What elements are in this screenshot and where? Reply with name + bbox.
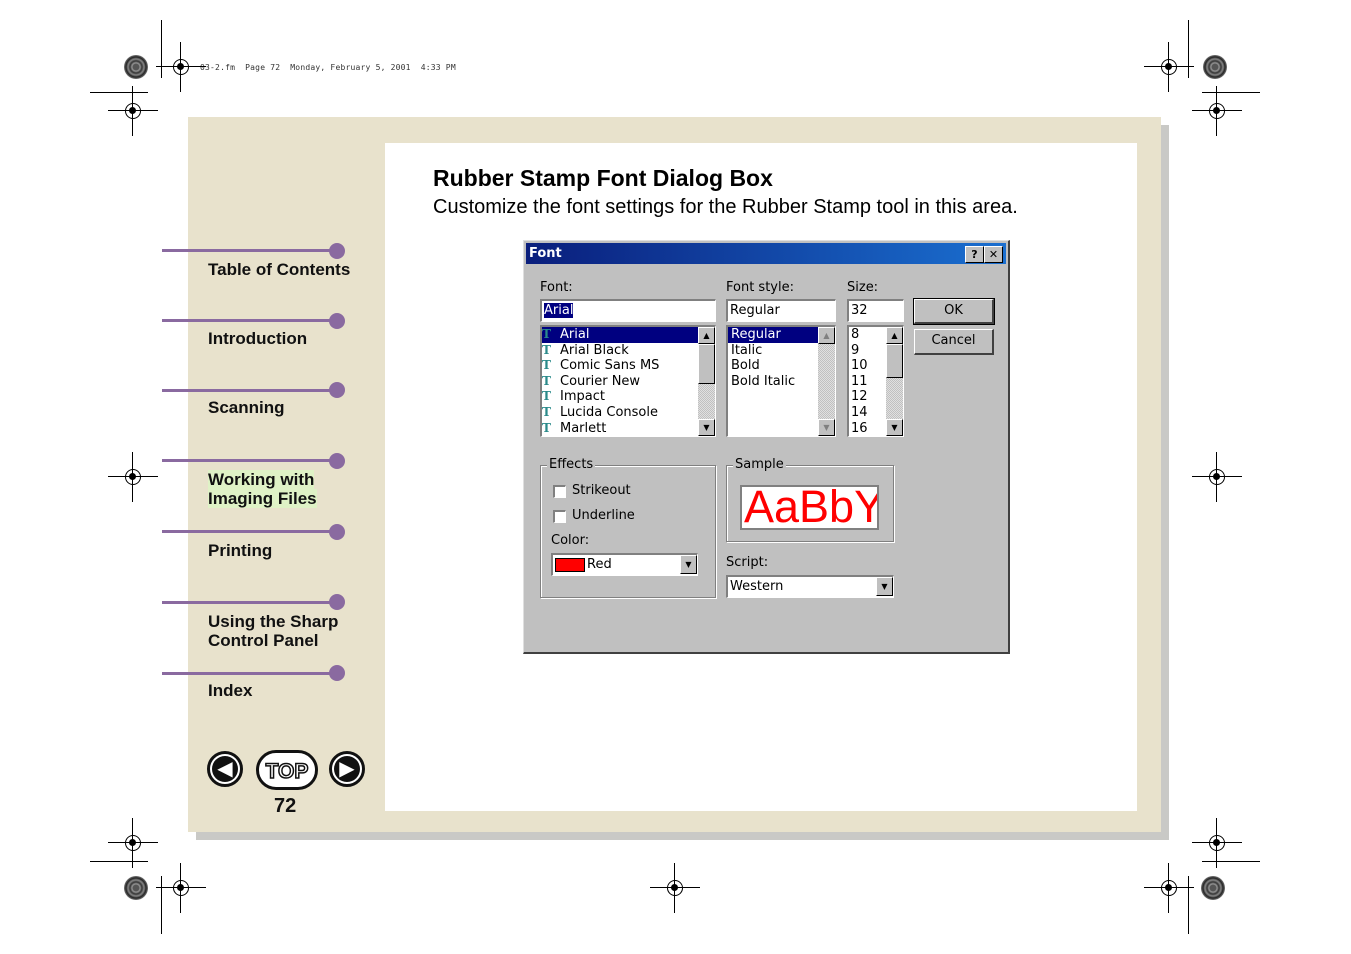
strikeout-label: Strikeout [572, 483, 631, 498]
list-item[interactable]: T Marlett [542, 420, 715, 436]
truetype-icon: T [542, 404, 551, 419]
sidebar-item-label: Index [208, 681, 253, 700]
size-label: Size: [847, 280, 879, 295]
font-name-value: Arial [544, 303, 574, 318]
font-dialog: Font ? ✕ Font: Arial T Arial T Arial Black… [523, 240, 1010, 654]
color-swatch [555, 557, 585, 572]
truetype-icon: T [542, 358, 551, 373]
list-item[interactable]: T Comic Sans MS [542, 358, 715, 374]
scroll-up-icon[interactable]: ▲ [698, 327, 715, 344]
font-style-label: Font style: [726, 280, 794, 295]
list-item[interactable]: T Courier New [542, 374, 715, 390]
truetype-icon: T [542, 389, 551, 404]
underline-label: Underline [572, 508, 635, 523]
chevron-down-icon[interactable]: ▼ [876, 577, 893, 596]
cancel-button[interactable]: Cancel [914, 329, 994, 355]
next-arrow-icon: ▶ [334, 756, 360, 782]
sidebar-item-label: Introduction [208, 329, 308, 348]
truetype-icon: T [542, 420, 551, 435]
underline-checkbox[interactable] [553, 510, 566, 523]
list-item[interactable]: T Impact [542, 389, 715, 405]
registration-mark-icon [108, 818, 158, 868]
registration-mark-icon [1144, 863, 1194, 913]
top-label: TOP [265, 759, 309, 784]
scroll-thumb[interactable] [698, 344, 715, 384]
list-item[interactable]: T Arial Black [542, 343, 715, 359]
page-number: 72 [274, 795, 297, 817]
registration-mark-icon [650, 863, 700, 913]
strikeout-checkbox[interactable] [553, 485, 566, 498]
registration-mark-icon [156, 863, 206, 913]
prev-page-button[interactable]: ◀ [207, 751, 243, 787]
truetype-icon: T [542, 373, 551, 388]
list-item[interactable]: T Arial [542, 327, 715, 343]
scrollbar[interactable]: ▲ ▼ [886, 327, 903, 436]
registration-mark-icon [1192, 452, 1242, 502]
registration-mark-icon [108, 86, 158, 136]
top-button[interactable]: TOP [256, 750, 318, 790]
dialog-titlebar: Font ? ✕ [526, 243, 1006, 264]
script-select[interactable]: Western ▼ [726, 575, 894, 598]
registration-ball-icon [124, 55, 148, 79]
sample-preview: AaBbYy [740, 485, 879, 530]
size-input[interactable]: 32 [847, 299, 904, 322]
size-list[interactable]: 8 9 10 11 12 14 16 ▲ ▼ [847, 325, 904, 437]
dialog-title: Font [529, 246, 562, 261]
registration-mark-icon [108, 452, 158, 502]
script-value: Western [730, 579, 784, 594]
color-label: Color: [551, 533, 590, 548]
sidebar-item-label: Using the Sharp Control Panel [208, 612, 339, 650]
list-item[interactable]: T Lucida Console [542, 405, 715, 421]
registration-mark-icon [1192, 86, 1242, 136]
sample-label: Sample [733, 457, 786, 472]
section-title: Rubber Stamp Font Dialog Box [433, 165, 773, 191]
sidebar-item-label: Table of Contents [208, 260, 351, 279]
registration-ball-icon [124, 876, 148, 900]
prev-arrow-icon: ◀ [212, 756, 238, 782]
print-header: 03-2.fm Page 72 Monday, February 5, 2001… [200, 63, 456, 72]
chevron-down-icon[interactable]: ▼ [680, 555, 697, 574]
registration-mark-icon [1144, 42, 1194, 92]
sidebar-item-label: Working with Imaging Files [208, 470, 317, 508]
scroll-down-icon[interactable]: ▼ [698, 419, 715, 436]
color-value: Red [587, 557, 612, 572]
ok-button[interactable]: OK [913, 298, 995, 325]
help-button[interactable]: ? [965, 246, 984, 263]
font-label: Font: [540, 280, 573, 295]
truetype-icon: T [542, 342, 551, 357]
next-page-button[interactable]: ▶ [329, 751, 365, 787]
effects-label: Effects [547, 457, 596, 472]
scrollbar[interactable]: ▲ ▼ [698, 327, 715, 436]
sidebar-item-label: Scanning [208, 398, 285, 417]
font-name-input[interactable]: Arial [540, 299, 716, 322]
section-description: Customize the font settings for the Rubb… [433, 196, 1018, 218]
registration-mark-icon [156, 42, 206, 92]
sidebar-item-label: Printing [208, 541, 273, 560]
font-list[interactable]: T Arial T Arial Black T Comic Sans MS T Cour… [540, 325, 716, 437]
color-select[interactable]: Red ▼ [551, 553, 698, 576]
scrollbar[interactable]: ▲ ▼ [818, 327, 835, 436]
scroll-up-icon[interactable]: ▲ [818, 327, 835, 344]
registration-ball-icon [1201, 876, 1225, 900]
script-label: Script: [726, 555, 769, 570]
close-button[interactable]: ✕ [984, 246, 1003, 263]
scroll-up-icon[interactable]: ▲ [886, 327, 903, 344]
registration-mark-icon [1192, 818, 1242, 868]
scroll-down-icon[interactable]: ▼ [818, 419, 835, 436]
truetype-icon: T [542, 327, 551, 341]
scroll-down-icon[interactable]: ▼ [886, 419, 903, 436]
registration-ball-icon [1203, 55, 1227, 79]
font-style-input[interactable]: Regular [726, 299, 836, 322]
font-style-list[interactable]: Regular Italic Bold Bold Italic ▲ ▼ [726, 325, 836, 437]
scroll-thumb[interactable] [886, 344, 903, 378]
